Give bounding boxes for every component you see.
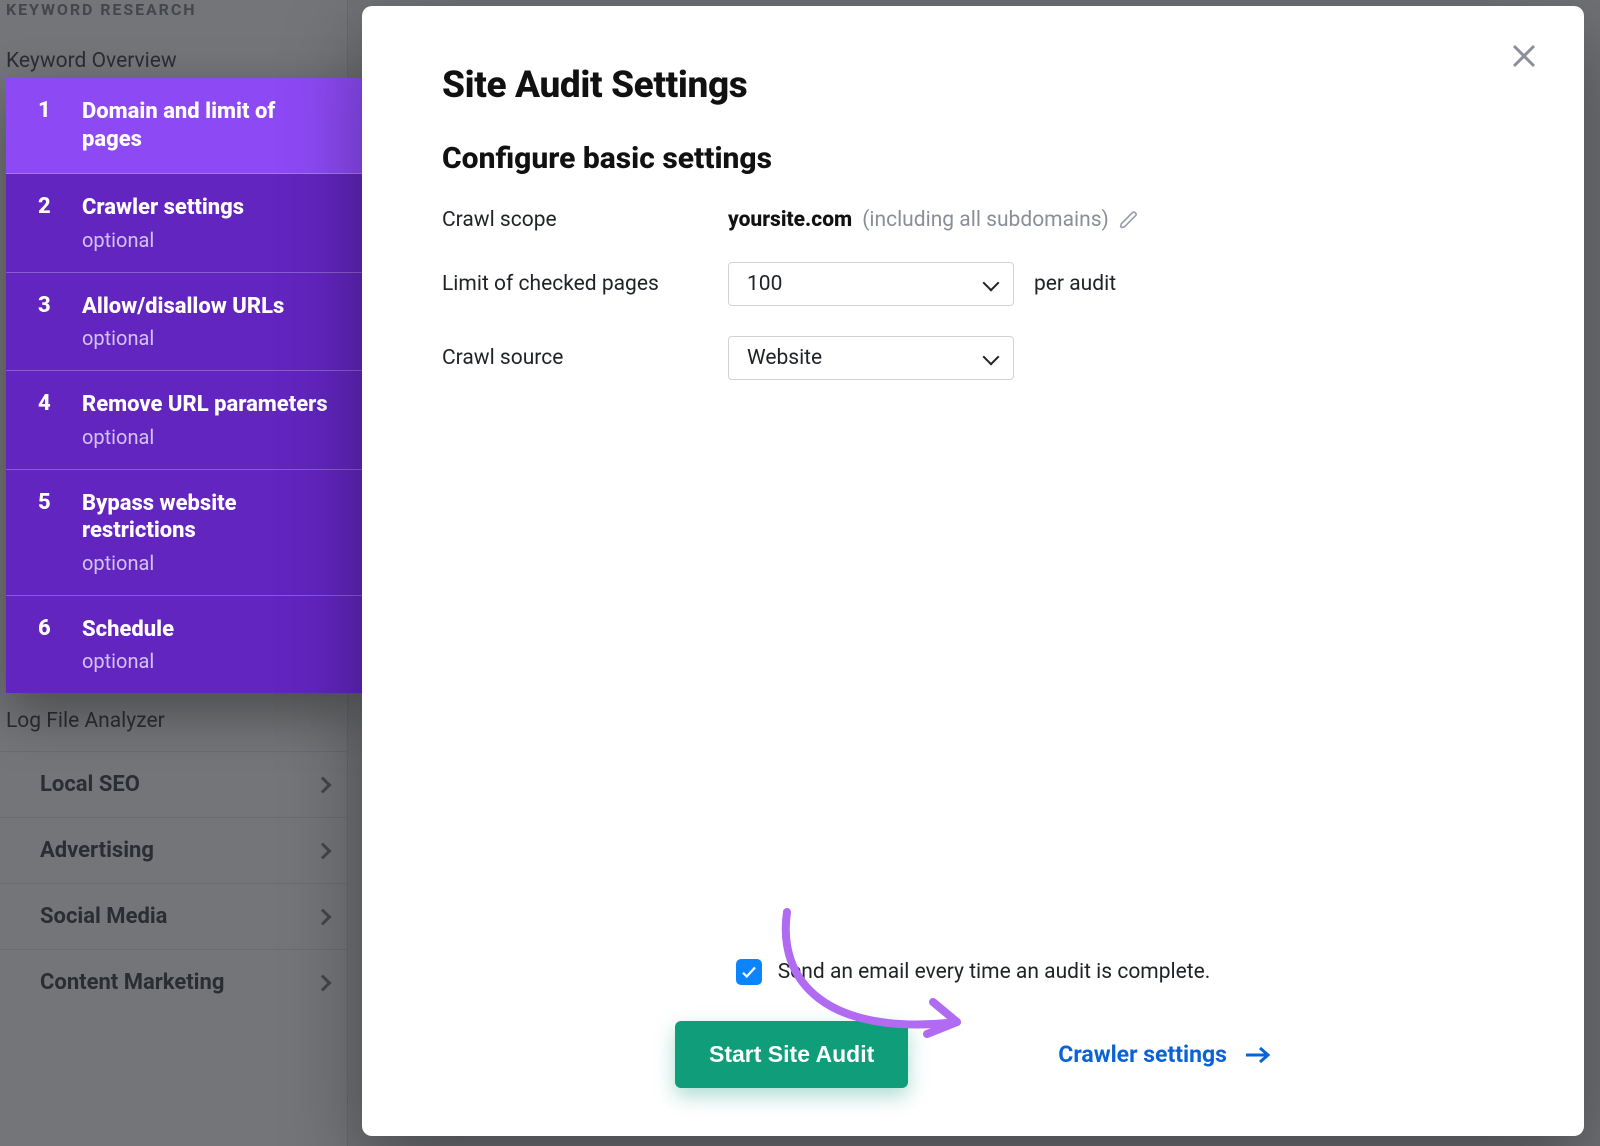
step-number: 6 xyxy=(38,616,60,674)
close-button[interactable] xyxy=(1504,36,1544,76)
wizard-step-4[interactable]: 4 Remove URL parameters optional xyxy=(6,371,364,470)
chevron-down-icon xyxy=(983,349,1000,366)
modal-footer: Send an email every time an audit is com… xyxy=(442,959,1504,1088)
wizard-step-2[interactable]: 2 Crawler settings optional xyxy=(6,174,364,273)
modal-actions: Start Site Audit Crawler settings xyxy=(442,1021,1504,1088)
row-limit-pages: Limit of checked pages 100 per audit xyxy=(442,262,1504,306)
close-icon xyxy=(1509,41,1539,71)
limit-pages-value: 100 xyxy=(747,272,782,296)
crawl-source-select[interactable]: Website xyxy=(728,336,1014,380)
wizard-steps: 1 Domain and limit of pages 2 Crawler se… xyxy=(6,78,364,693)
step-number: 4 xyxy=(38,391,60,449)
step-subtitle: optional xyxy=(82,425,328,449)
row-crawl-source: Crawl source Website xyxy=(442,336,1504,380)
step-subtitle: optional xyxy=(82,649,174,673)
wizard-step-6[interactable]: 6 Schedule optional xyxy=(6,596,364,694)
label-crawl-source: Crawl source xyxy=(442,346,728,370)
edit-crawl-scope-button[interactable] xyxy=(1119,210,1139,230)
arrow-right-icon xyxy=(1245,1046,1271,1064)
crawl-scope-hint: (including all subdomains) xyxy=(862,208,1109,232)
modal-subtitle: Configure basic settings xyxy=(442,141,1504,176)
site-audit-settings-modal: Site Audit Settings Configure basic sett… xyxy=(362,6,1584,1136)
step-title: Domain and limit of pages xyxy=(82,98,340,153)
step-number: 1 xyxy=(38,98,60,153)
step-title: Schedule xyxy=(82,616,174,644)
step-number: 3 xyxy=(38,293,60,351)
email-notify-checkbox[interactable] xyxy=(736,959,762,985)
step-title: Crawler settings xyxy=(82,194,244,222)
step-number: 2 xyxy=(38,194,60,252)
step-subtitle: optional xyxy=(82,228,244,252)
step-subtitle: optional xyxy=(82,551,340,575)
crawl-source-value: Website xyxy=(747,346,822,370)
step-title: Remove URL parameters xyxy=(82,391,328,419)
start-site-audit-button[interactable]: Start Site Audit xyxy=(675,1021,908,1088)
chevron-down-icon xyxy=(983,275,1000,292)
limit-suffix: per audit xyxy=(1034,272,1116,296)
wizard-step-1[interactable]: 1 Domain and limit of pages xyxy=(6,78,364,174)
pencil-icon xyxy=(1119,210,1139,230)
step-subtitle: optional xyxy=(82,326,284,350)
check-icon xyxy=(740,963,758,981)
step-title: Bypass website restrictions xyxy=(82,490,340,545)
limit-pages-select[interactable]: 100 xyxy=(728,262,1014,306)
email-notify-row: Send an email every time an audit is com… xyxy=(442,959,1504,985)
crawl-scope-value: yoursite.com xyxy=(728,208,852,232)
email-notify-label: Send an email every time an audit is com… xyxy=(778,960,1211,984)
label-limit-pages: Limit of checked pages xyxy=(442,272,728,296)
crawler-settings-link[interactable]: Crawler settings xyxy=(1058,1041,1271,1068)
wizard-step-5[interactable]: 5 Bypass website restrictions optional xyxy=(6,470,364,596)
step-title: Allow/disallow URLs xyxy=(82,293,284,321)
row-crawl-scope: Crawl scope yoursite.com (including all … xyxy=(442,208,1504,232)
wizard-step-3[interactable]: 3 Allow/disallow URLs optional xyxy=(6,273,364,372)
step-number: 5 xyxy=(38,490,60,575)
label-crawl-scope: Crawl scope xyxy=(442,208,728,232)
next-link-label: Crawler settings xyxy=(1058,1041,1227,1068)
modal-title: Site Audit Settings xyxy=(442,64,1504,107)
